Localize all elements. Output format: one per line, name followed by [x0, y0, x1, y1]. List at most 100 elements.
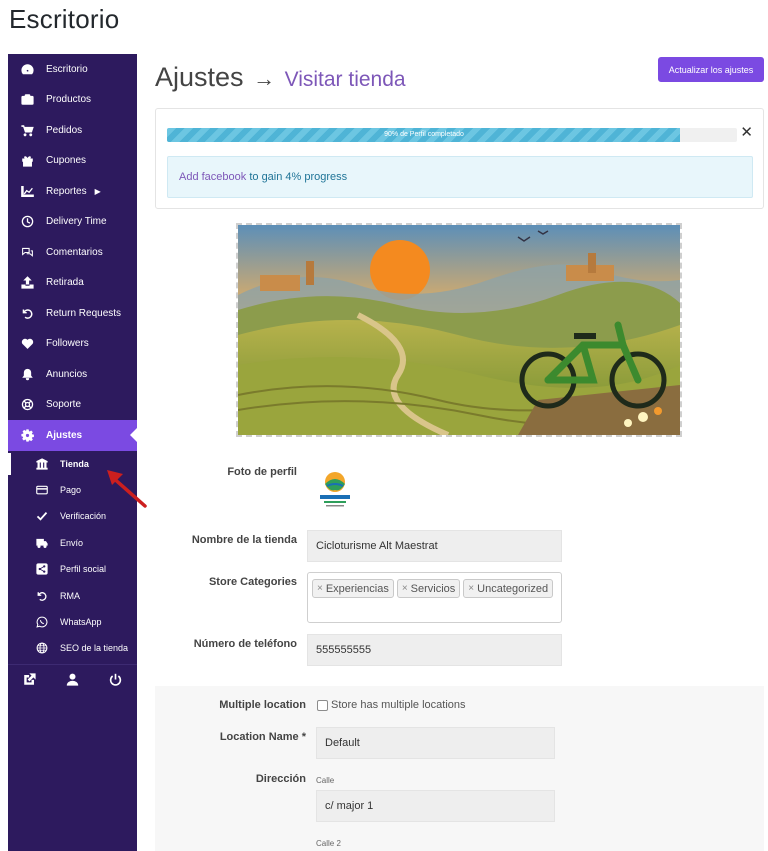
sidebar-item-followers[interactable]: Followers: [8, 329, 137, 360]
main-heading: Ajustes → Visitar tienda: [155, 62, 406, 93]
submenu-item-whatsapp[interactable]: WhatsApp: [8, 609, 137, 635]
store-banner-image[interactable]: [236, 223, 682, 437]
street2-label: Calle 2: [316, 839, 341, 848]
multiple-location-checkbox[interactable]: Store has multiple locations: [317, 699, 466, 711]
progress-hint: Add facebook to gain 4% progress: [167, 156, 753, 198]
category-tag[interactable]: × Servicios: [396, 579, 461, 598]
category-tag-label: Uncategorized: [477, 582, 549, 595]
sidebar-item-comentarios[interactable]: Comentarios: [8, 237, 137, 268]
comments-icon: [20, 245, 34, 259]
clock-icon: [20, 215, 34, 229]
arrow-separator: →: [253, 66, 276, 91]
user-icon[interactable]: [66, 673, 79, 691]
bank-icon: [35, 458, 49, 470]
gift-icon: [20, 154, 34, 168]
check-icon: [35, 510, 49, 522]
store-categories-label: Store Categories: [208, 576, 297, 588]
multiple-location-checkbox-label: Store has multiple locations: [331, 699, 466, 711]
sidebar-item-label: Return Requests: [46, 307, 122, 319]
gear-icon: [20, 428, 34, 442]
category-tag[interactable]: × Experiencias: [312, 579, 394, 598]
profile-photo-label: Foto de perfil: [227, 466, 297, 478]
phone-input[interactable]: 555555555: [307, 634, 562, 666]
sidebar-item-retirada[interactable]: Retirada: [8, 268, 137, 299]
store-name-input[interactable]: Cicloturisme Alt Maestrat: [307, 530, 562, 562]
sidebar-item-label: Followers: [46, 338, 89, 350]
sidebar-item-label: Productos: [46, 94, 92, 106]
close-icon[interactable]: ✕: [740, 125, 753, 140]
add-facebook-link[interactable]: Add facebook: [179, 171, 246, 183]
checkbox[interactable]: [317, 699, 328, 711]
submenu-item-label: Pago: [60, 485, 82, 496]
settings-title: Ajustes: [155, 62, 244, 92]
address-label: Dirección: [255, 773, 306, 785]
bell-icon: [20, 367, 34, 381]
category-tag-label: Experiencias: [325, 582, 389, 595]
sidebar-item-pedidos[interactable]: Pedidos: [8, 115, 137, 146]
undo-icon: [20, 306, 34, 320]
store-logo-image[interactable]: [318, 470, 352, 508]
chart-icon: [20, 184, 34, 198]
caret-right-icon: ▶: [94, 186, 101, 196]
sidebar-item-label: Comentarios: [46, 246, 103, 258]
submenu-item-label: SEO de la tienda: [60, 643, 129, 654]
share-icon: [35, 563, 49, 575]
category-tag[interactable]: × Uncategorized: [463, 579, 554, 598]
cart-icon: [20, 123, 34, 137]
sidebar-item-delivery-time[interactable]: Delivery Time: [8, 207, 137, 238]
visit-store-link[interactable]: Visitar tienda: [285, 68, 406, 91]
street-input[interactable]: c/ major 1: [316, 790, 555, 822]
sidebar-item-reportes[interactable]: Reportes ▶: [8, 176, 137, 207]
multiple-location-label: Multiple location: [219, 699, 306, 711]
sidebar-item-label: Cupones: [46, 155, 87, 167]
sidebar-item-escritorio[interactable]: Escritorio: [8, 54, 137, 85]
lifebuoy-icon: [20, 398, 34, 412]
sidebar-item-label: Retirada: [46, 277, 84, 289]
sidebar-item-ajustes[interactable]: Ajustes: [8, 420, 138, 451]
sidebar-item-cupones[interactable]: Cupones: [8, 146, 137, 177]
credit-card-icon: [35, 484, 49, 496]
progress-label: 90% de Perfil completado: [384, 131, 464, 138]
store-categories-select[interactable]: × Experiencias × Servicios × Uncategorized: [307, 572, 562, 623]
street-label: Calle: [316, 776, 335, 785]
location-name-label: Location Name *: [219, 731, 306, 743]
category-tag-label: Servicios: [410, 582, 456, 595]
submenu-item-seo[interactable]: SEO de la tienda: [8, 635, 137, 661]
sidebar: Escritorio Productos Pedidos Cupones Rep…: [8, 54, 138, 851]
submenu-item-rma[interactable]: RMA: [8, 582, 137, 608]
submenu-item-label: Tienda: [60, 458, 89, 469]
remove-tag-icon[interactable]: ×: [402, 583, 408, 594]
sidebar-item-soporte[interactable]: Soporte: [8, 390, 137, 421]
submenu-item-envio[interactable]: Envío: [8, 530, 137, 556]
store-name-label: Nombre de la tienda: [191, 534, 297, 546]
red-arrow-annotation-icon: [107, 470, 147, 508]
submenu-item-label: RMA: [60, 590, 80, 601]
sidebar-item-productos[interactable]: Productos: [8, 85, 137, 116]
profile-progress-card: 90% de Perfil completado ✕ Add facebook …: [155, 108, 764, 209]
sidebar-item-return-requests[interactable]: Return Requests: [8, 298, 137, 329]
page-title: Escritorio: [9, 4, 120, 34]
submenu-item-perfil-social[interactable]: Perfil social: [8, 556, 137, 582]
update-settings-button[interactable]: Actualizar los ajustes: [658, 57, 764, 82]
progress-hint-text: to gain 4% progress: [246, 171, 348, 183]
globe-icon: [35, 642, 49, 654]
undo-icon: [35, 590, 49, 602]
truck-icon: [35, 537, 49, 549]
sidebar-item-label: Reportes: [46, 185, 87, 197]
external-link-icon[interactable]: [23, 673, 36, 691]
sidebar-item-label: Escritorio: [46, 63, 88, 75]
sidebar-item-anuncios[interactable]: Anuncios: [8, 359, 137, 390]
dashboard-icon: [20, 62, 34, 76]
briefcase-icon: [20, 93, 34, 107]
progress-bar: 90% de Perfil completado: [167, 128, 737, 142]
submenu-item-label: WhatsApp: [60, 617, 102, 628]
remove-tag-icon[interactable]: ×: [468, 583, 474, 594]
location-name-input[interactable]: Default: [316, 727, 555, 759]
sidebar-item-label: Pedidos: [46, 124, 83, 136]
submenu-item-label: Perfil social: [60, 564, 107, 575]
heart-icon: [20, 337, 34, 351]
remove-tag-icon[interactable]: ×: [317, 583, 323, 594]
power-icon[interactable]: [109, 673, 122, 691]
whatsapp-icon: [35, 616, 49, 628]
submenu-item-label: Envío: [60, 537, 84, 548]
